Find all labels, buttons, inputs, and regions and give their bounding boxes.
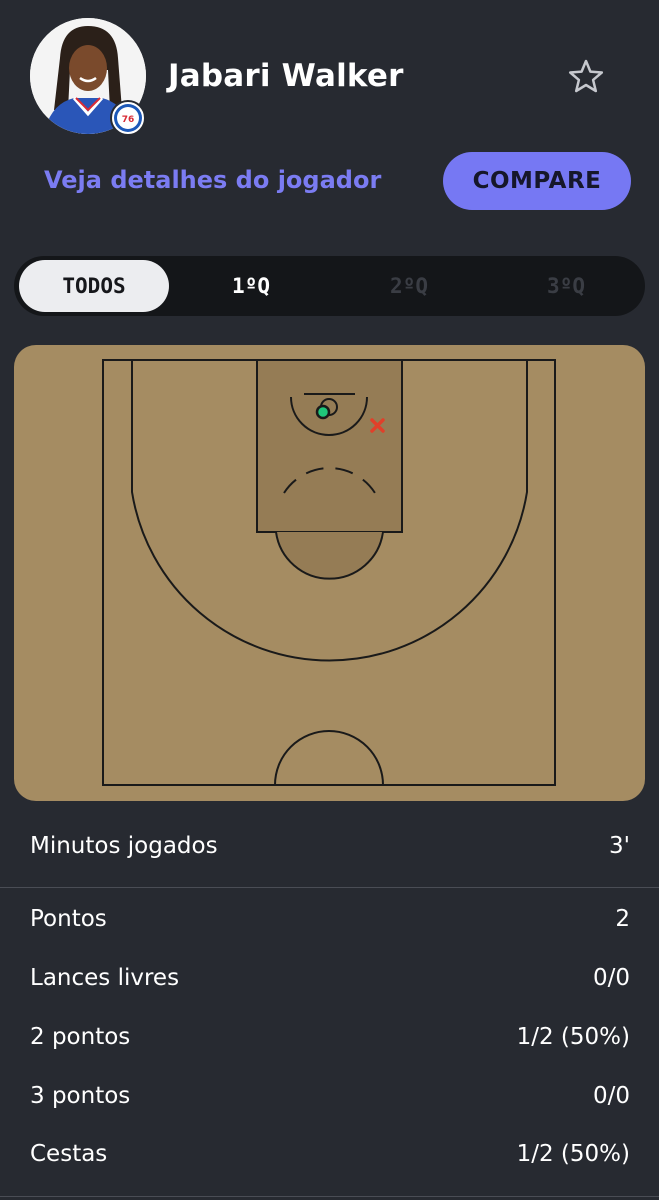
compare-button[interactable]: COMPARE xyxy=(443,152,631,210)
tab-todos[interactable]: TODOS xyxy=(19,260,169,312)
favorite-star-icon[interactable] xyxy=(566,57,606,97)
stat-label: 3 pontos xyxy=(30,1083,131,1109)
stat-value: 1/2 (50%) xyxy=(516,1141,630,1167)
stat-row-free-throws: Lances livres 0/0 xyxy=(0,953,659,1003)
court-diagram xyxy=(102,359,556,786)
stat-label: Cestas xyxy=(30,1141,108,1167)
made-shot-marker xyxy=(315,404,331,420)
stats-bottom-divider xyxy=(0,1196,659,1197)
stat-row-field-goals: Cestas 1/2 (50%) xyxy=(0,1129,659,1179)
stat-row-three-pointers: 3 pontos 0/0 xyxy=(0,1071,659,1121)
player-header: 76 Jabari Walker xyxy=(0,0,659,150)
sixers-logo-icon: 76 xyxy=(114,104,142,132)
team-logo: 76 xyxy=(110,100,146,136)
stat-label: Lances livres xyxy=(30,965,180,991)
center-circle xyxy=(274,730,384,786)
stat-value: 1/2 (50%) xyxy=(516,1024,630,1050)
stat-value: 3' xyxy=(609,833,630,859)
paint-area xyxy=(256,359,403,533)
stat-value: 2 xyxy=(615,906,630,932)
tab-2q: 2ºQ xyxy=(390,274,428,298)
player-name: Jabari Walker xyxy=(168,58,404,94)
tab-1q[interactable]: 1ºQ xyxy=(176,260,326,312)
stat-value: 0/0 xyxy=(592,1083,630,1109)
svg-text:76: 76 xyxy=(122,115,135,125)
stats-divider xyxy=(0,887,659,888)
stat-label: 2 pontos xyxy=(30,1024,131,1050)
stat-row-minutes: Minutos jogados 3' xyxy=(0,821,659,871)
period-tabs: TODOS 1ºQ 2ºQ 3ºQ xyxy=(14,256,645,316)
shot-chart-court xyxy=(14,345,645,801)
stat-label: Pontos xyxy=(30,906,107,932)
tab-3q: 3ºQ xyxy=(547,274,585,298)
stat-row-two-pointers: 2 pontos 1/2 (50%) xyxy=(0,1012,659,1062)
stat-label: Minutos jogados xyxy=(30,833,218,859)
player-details-link[interactable]: Veja detalhes do jogador xyxy=(44,166,381,194)
free-throw-circle xyxy=(275,531,384,580)
stat-row-points: Pontos 2 xyxy=(0,894,659,944)
stat-value: 0/0 xyxy=(592,965,630,991)
